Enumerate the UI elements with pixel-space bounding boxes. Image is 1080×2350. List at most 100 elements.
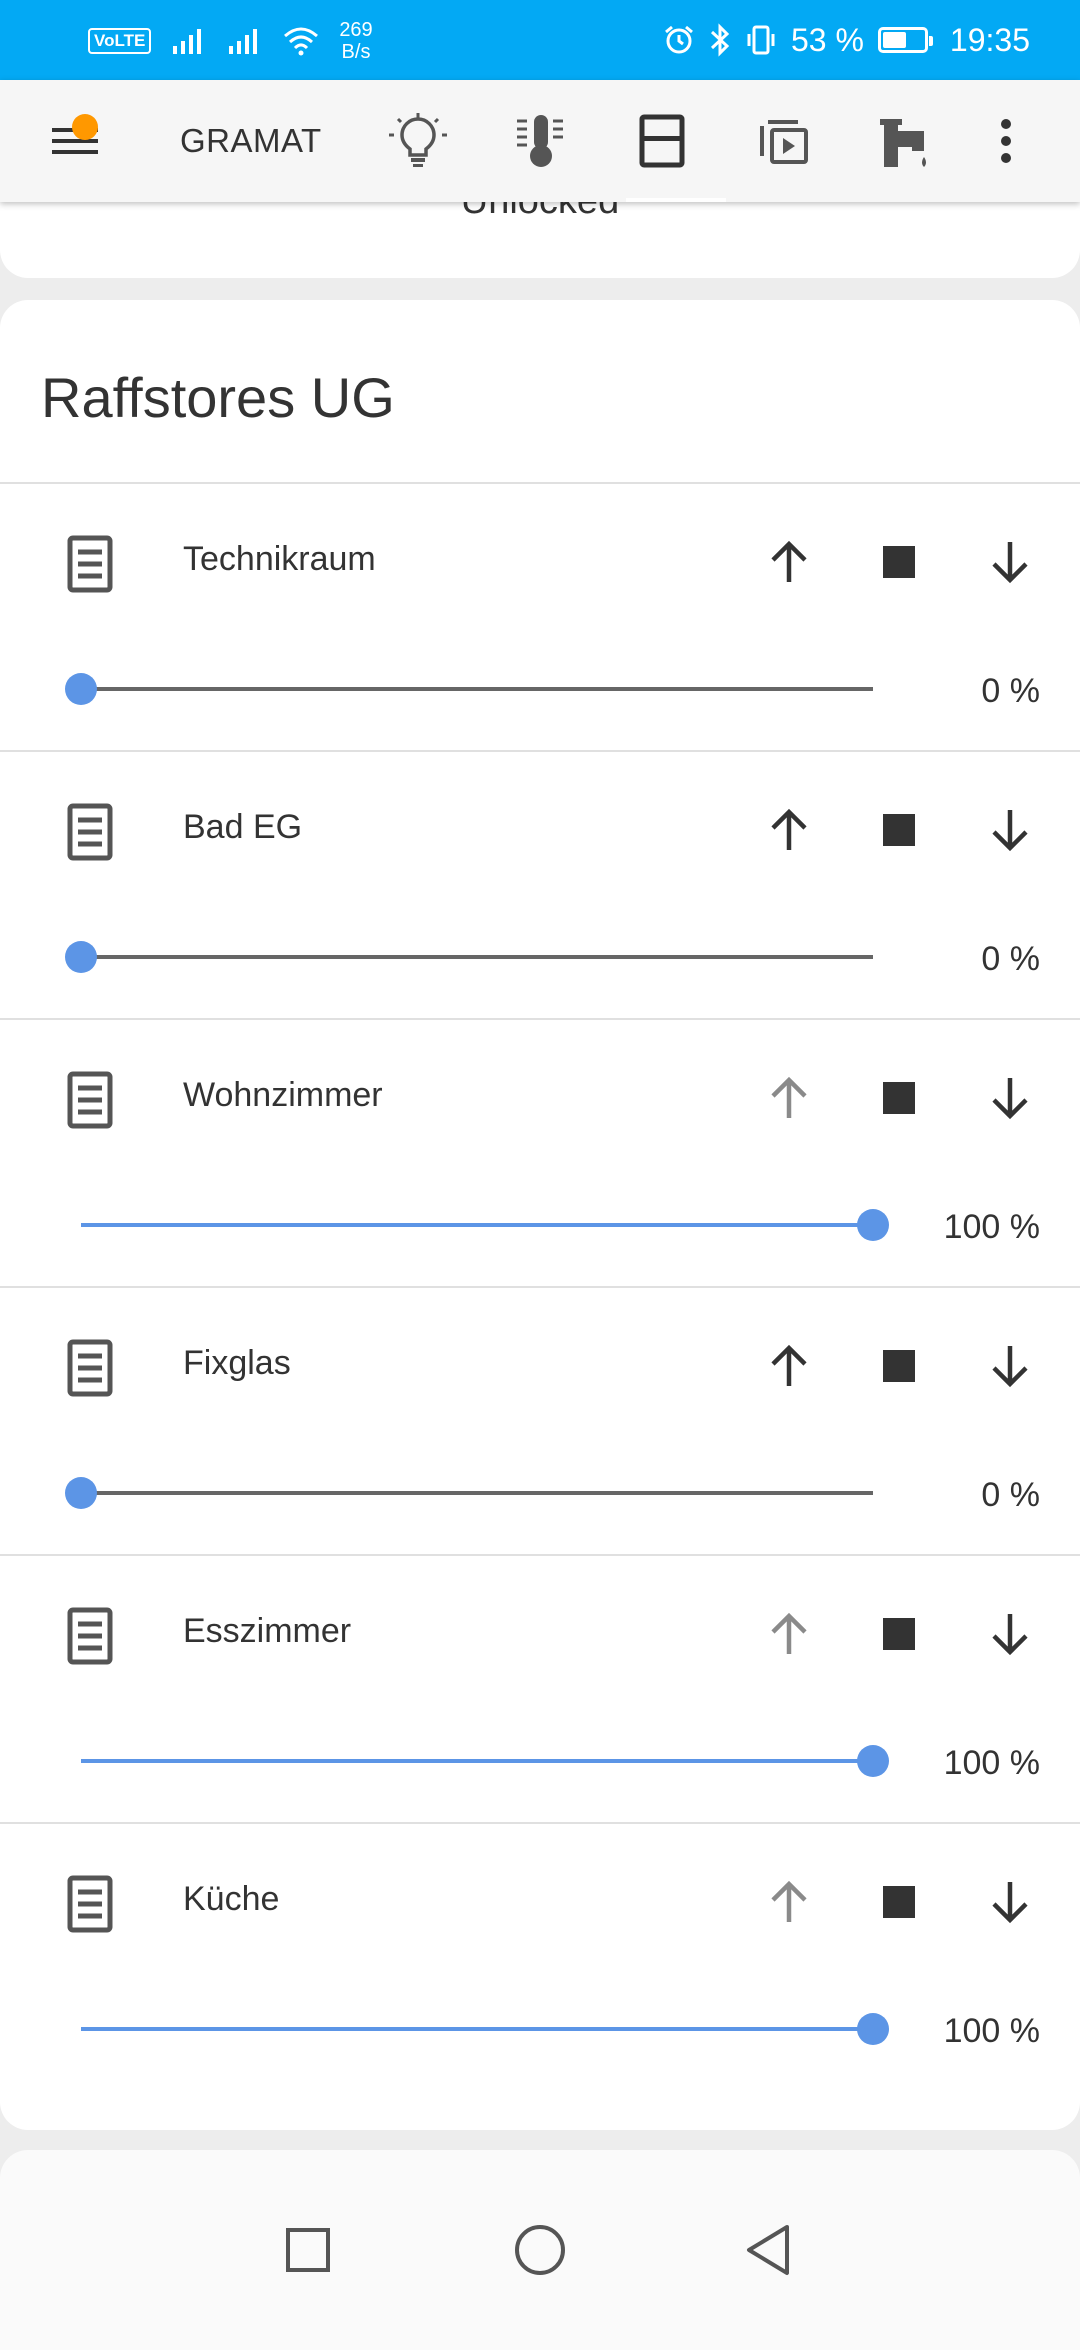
- blinds-icon: [67, 803, 113, 861]
- blind-row: Bad EG 0 %: [0, 750, 1080, 1018]
- blind-name: Esszimmer: [183, 1612, 352, 1650]
- close-cover-button[interactable]: [974, 1866, 1046, 1938]
- tab-climate[interactable]: [500, 80, 580, 202]
- slider-knob[interactable]: [65, 673, 97, 705]
- slider-knob[interactable]: [857, 1209, 889, 1241]
- blind-row: Esszimmer 100 %: [0, 1554, 1080, 1822]
- close-cover-button[interactable]: [974, 1598, 1046, 1670]
- menu-button[interactable]: [36, 80, 116, 202]
- close-cover-button[interactable]: [974, 1330, 1046, 1402]
- blinds-icon: [67, 1875, 113, 1933]
- position-slider[interactable]: [81, 1745, 889, 1777]
- arrow-down-icon: [992, 1078, 1028, 1120]
- stop-cover-button[interactable]: [863, 794, 935, 866]
- position-value: 0 %: [981, 672, 1040, 710]
- blind-row: Wohnzimmer 100 %: [0, 1018, 1080, 1286]
- stop-icon: [883, 1350, 915, 1382]
- arrow-down-icon: [992, 542, 1028, 584]
- stop-icon: [883, 1886, 915, 1918]
- stop-cover-button[interactable]: [863, 1330, 935, 1402]
- app-title: GRAMAT: [180, 122, 322, 159]
- blinds-icon: [67, 1339, 113, 1397]
- slider-knob[interactable]: [65, 941, 97, 973]
- tab-water[interactable]: [866, 80, 946, 202]
- arrow-down-icon: [992, 1346, 1028, 1388]
- arrow-up-icon: [771, 1880, 807, 1922]
- signal-icon-2: [229, 29, 258, 54]
- arrow-down-icon: [992, 810, 1028, 852]
- blind-name: Wohnzimmer: [183, 1076, 383, 1114]
- recents-icon: [286, 2228, 330, 2272]
- position-slider[interactable]: [81, 1209, 889, 1241]
- blind-name: Technikraum: [183, 540, 376, 578]
- signal-icon: [173, 29, 202, 54]
- position-slider[interactable]: [65, 941, 873, 973]
- more-options-button[interactable]: [966, 80, 1046, 202]
- open-cover-button[interactable]: [753, 794, 825, 866]
- arrow-down-icon: [992, 1882, 1028, 1924]
- app-toolbar: GRAMAT: [0, 80, 1080, 202]
- blind-row: Technikraum 0 %: [0, 482, 1080, 750]
- arrow-up-icon: [771, 1344, 807, 1386]
- tab-blinds[interactable]: [622, 80, 702, 202]
- position-value: 100 %: [943, 1208, 1040, 1246]
- stop-icon: [883, 1618, 915, 1650]
- position-slider[interactable]: [65, 673, 873, 705]
- position-slider[interactable]: [81, 2013, 889, 2045]
- faucet-icon: [880, 119, 926, 167]
- arrow-up-icon: [771, 808, 807, 850]
- arrow-up-icon: [771, 1612, 807, 1654]
- position-slider[interactable]: [65, 1477, 873, 1509]
- battery-percent: 53 %: [790, 21, 864, 58]
- active-tab-indicator: [626, 198, 726, 202]
- media-icon: [760, 120, 808, 164]
- tab-media[interactable]: [744, 80, 824, 202]
- close-cover-button[interactable]: [974, 526, 1046, 598]
- close-cover-button[interactable]: [974, 794, 1046, 866]
- battery-icon: [877, 27, 933, 53]
- system-nav-bar: [0, 2180, 1080, 2312]
- arrow-up-icon: [771, 540, 807, 582]
- arrow-up-icon: [771, 1076, 807, 1118]
- lightbulb-icon: [389, 113, 447, 167]
- blind-row: Fixglas 0 %: [0, 1286, 1080, 1554]
- recents-button[interactable]: [268, 2210, 348, 2290]
- stop-icon: [883, 546, 915, 578]
- blind-name: Küche: [183, 1880, 280, 1918]
- position-value: 100 %: [943, 2012, 1040, 2050]
- stop-icon: [883, 814, 915, 846]
- open-cover-button[interactable]: [753, 1330, 825, 1402]
- open-cover-button[interactable]: [753, 1062, 825, 1134]
- net-speed: 269 B/s: [339, 19, 373, 63]
- stop-cover-button[interactable]: [863, 526, 935, 598]
- position-value: 0 %: [981, 940, 1040, 978]
- back-icon: [747, 2225, 789, 2275]
- back-button[interactable]: [728, 2210, 808, 2290]
- blinds-icon: [67, 1607, 113, 1665]
- home-button[interactable]: [500, 2210, 580, 2290]
- slider-knob[interactable]: [857, 2013, 889, 2045]
- blind-name: Fixglas: [183, 1344, 291, 1382]
- clock: 19:35: [949, 21, 1030, 58]
- stop-cover-button[interactable]: [863, 1062, 935, 1134]
- stop-cover-button[interactable]: [863, 1866, 935, 1938]
- arrow-down-icon: [992, 1614, 1028, 1656]
- slider-fill: [81, 2027, 873, 2031]
- blinds-card: Raffstores UG Technikraum 0 % Bad EG 0 %…: [0, 300, 1080, 2130]
- alarm-icon: [665, 25, 693, 54]
- tab-lights[interactable]: [378, 80, 458, 202]
- blinds-icon: [67, 535, 113, 593]
- slider-knob[interactable]: [857, 1745, 889, 1777]
- wifi-icon: [284, 27, 319, 56]
- position-value: 0 %: [981, 1476, 1040, 1514]
- open-cover-button[interactable]: [753, 526, 825, 598]
- volte-badge: VoLTE: [88, 28, 152, 54]
- slider-fill: [81, 1223, 873, 1227]
- thermometer-icon: [517, 115, 563, 167]
- open-cover-button[interactable]: [753, 1866, 825, 1938]
- close-cover-button[interactable]: [974, 1062, 1046, 1134]
- card-title: Raffstores UG: [41, 366, 395, 429]
- stop-cover-button[interactable]: [863, 1598, 935, 1670]
- open-cover-button[interactable]: [753, 1598, 825, 1670]
- slider-knob[interactable]: [65, 1477, 97, 1509]
